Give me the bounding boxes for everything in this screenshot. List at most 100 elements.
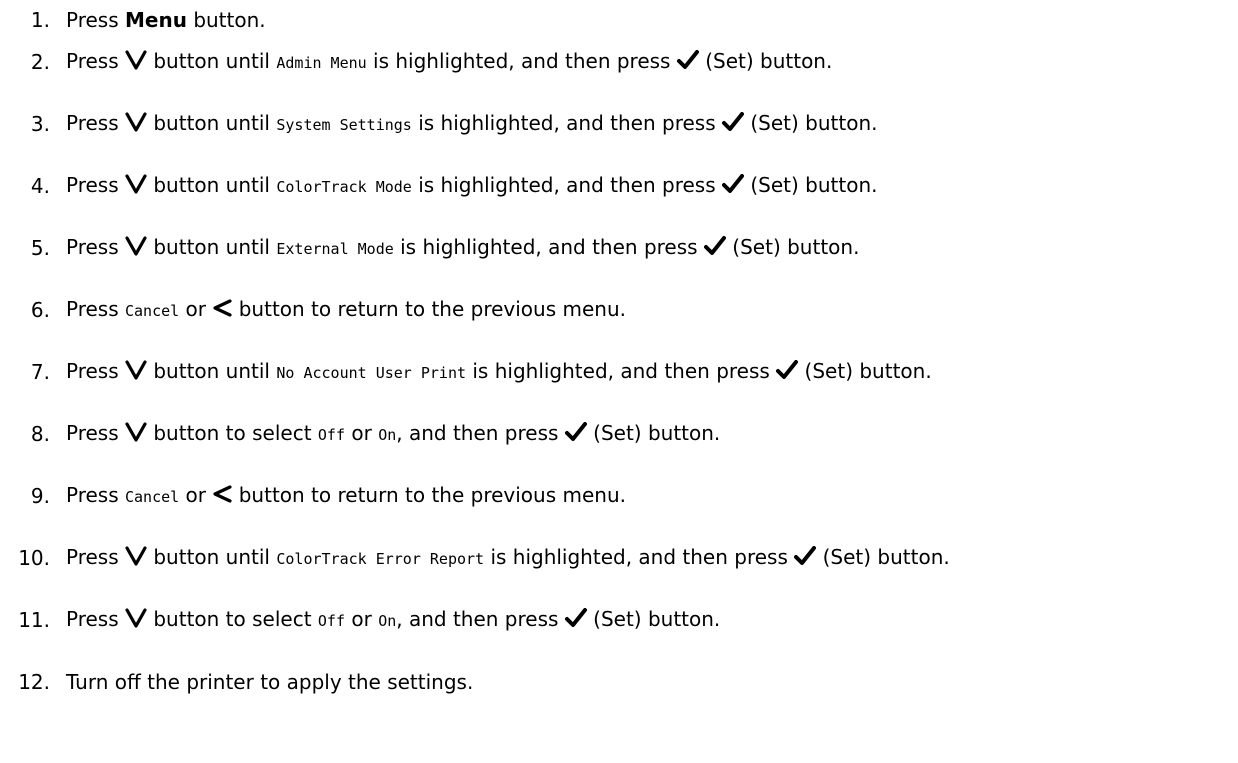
menu-item-name: System Settings	[276, 116, 412, 134]
press-word: Press	[66, 49, 119, 73]
step-number: 11.	[18, 608, 50, 632]
step-number: 4.	[30, 174, 50, 198]
button-until-words: button until	[153, 235, 270, 259]
step-10: 10. Press button until ColorTrack Error …	[0, 538, 950, 578]
step-number: 10.	[18, 546, 50, 570]
set-button-words: (Set) button.	[822, 545, 950, 569]
step-8: 8. Press button to select Off or On, and…	[0, 414, 720, 454]
step-number: 9.	[30, 484, 50, 508]
chevron-left-icon	[212, 484, 232, 504]
set-button-words: (Set) button.	[593, 421, 721, 445]
step-2: 2. Press button until Admin Menu is high…	[0, 42, 832, 82]
press-word: Press	[66, 359, 119, 383]
step-number: 12.	[18, 670, 50, 694]
step-7: 7. Press button until No Account User Pr…	[0, 352, 932, 392]
step-number: 3.	[30, 112, 50, 136]
step-1: 1. Press Menu button.	[0, 0, 266, 40]
step-number: 8.	[30, 422, 50, 446]
step-4: 4. Press button until ColorTrack Mode is…	[0, 166, 878, 206]
highlight-words: is highlighted, and then press	[418, 111, 716, 135]
chevron-down-icon	[125, 546, 147, 566]
cancel-button-name: Cancel	[125, 302, 180, 320]
step-text: Press button until External Mode is high…	[66, 235, 859, 261]
step-text: Press button until System Settings is hi…	[66, 111, 878, 137]
button-until-words: button until	[153, 173, 270, 197]
return-words: button to return to the previous menu.	[238, 483, 626, 507]
chevron-down-icon	[125, 236, 147, 256]
press-word: Press	[66, 111, 119, 135]
cancel-button-name: Cancel	[125, 488, 180, 506]
highlight-words: is highlighted, and then press	[373, 49, 671, 73]
press-word: Press	[66, 173, 119, 197]
return-words: button to return to the previous menu.	[238, 297, 626, 321]
step-text: Press button until Admin Menu is highlig…	[66, 49, 832, 75]
highlight-words: is highlighted, and then press	[400, 235, 698, 259]
checkmark-icon	[676, 50, 699, 70]
button-until-words: button until	[153, 49, 270, 73]
highlight-words: is highlighted, and then press	[418, 173, 716, 197]
checkmark-icon	[564, 608, 587, 628]
set-button-words: (Set) button.	[732, 235, 860, 259]
set-button-words: (Set) button.	[750, 111, 878, 135]
step-3: 3. Press button until System Settings is…	[0, 104, 878, 144]
checkmark-icon	[776, 360, 799, 380]
set-button-words: (Set) button.	[705, 49, 833, 73]
highlight-words: is highlighted, and then press	[472, 359, 770, 383]
step-text: Press button to select Off or On, and th…	[66, 607, 720, 633]
then-press-words: , and then press	[396, 607, 559, 631]
step-text: Press button until ColorTrack Mode is hi…	[66, 173, 878, 199]
chevron-down-icon	[125, 360, 147, 380]
step-text: Press button until ColorTrack Error Repo…	[66, 545, 950, 571]
step-text: Press button to select Off or On, and th…	[66, 421, 720, 447]
button-until-words: button until	[153, 545, 270, 569]
or-word: or	[185, 483, 207, 507]
set-button-words: (Set) button.	[593, 607, 721, 631]
step-text: Press button until No Account User Print…	[66, 359, 932, 385]
press-word: Press	[66, 545, 119, 569]
menu-button-label: Menu	[125, 8, 187, 32]
step-number: 2.	[30, 50, 50, 74]
button-until-words: button until	[153, 111, 270, 135]
then-press-words: , and then press	[396, 421, 559, 445]
chevron-down-icon	[125, 608, 147, 628]
step-text: Turn off the printer to apply the settin…	[66, 670, 474, 694]
press-word: Press	[66, 235, 119, 259]
step-text: Press Menu button.	[66, 8, 266, 32]
menu-item-name: Admin Menu	[276, 54, 367, 72]
option-off: Off	[317, 426, 345, 444]
step-11: 11. Press button to select Off or On, an…	[0, 600, 720, 640]
menu-item-name: External Mode	[276, 240, 394, 258]
option-off: Off	[317, 612, 345, 630]
press-word: Press	[66, 8, 119, 32]
checkmark-icon	[564, 422, 587, 442]
step-text: Press Cancel or button to return to the …	[66, 483, 626, 509]
button-until-words: button until	[153, 359, 270, 383]
chevron-down-icon	[125, 422, 147, 442]
option-on: On	[378, 426, 397, 444]
step-5: 5. Press button until External Mode is h…	[0, 228, 860, 268]
step-9: 9. Press Cancel or button to return to t…	[0, 476, 626, 516]
step-12: 12. Turn off the printer to apply the se…	[0, 662, 473, 702]
or-word: or	[185, 297, 207, 321]
press-word: Press	[66, 483, 119, 507]
step-number: 6.	[30, 298, 50, 322]
press-word: Press	[66, 421, 119, 445]
press-word: Press	[66, 607, 119, 631]
highlight-words: is highlighted, and then press	[490, 545, 788, 569]
set-button-words: (Set) button.	[804, 359, 932, 383]
select-words: button to select	[153, 421, 312, 445]
menu-item-name: No Account User Print	[276, 364, 467, 382]
step-number: 1.	[30, 8, 50, 32]
checkmark-icon	[794, 546, 817, 566]
or-word: or	[351, 607, 372, 631]
step-text: Press Cancel or button to return to the …	[66, 297, 626, 323]
set-button-words: (Set) button.	[750, 173, 878, 197]
option-on: On	[378, 612, 397, 630]
press-word: Press	[66, 297, 119, 321]
step-number: 5.	[30, 236, 50, 260]
menu-item-name: ColorTrack Mode	[276, 178, 412, 196]
chevron-left-icon	[212, 298, 232, 318]
button-word: button.	[193, 8, 266, 32]
select-words: button to select	[153, 607, 312, 631]
checkmark-icon	[703, 236, 726, 256]
